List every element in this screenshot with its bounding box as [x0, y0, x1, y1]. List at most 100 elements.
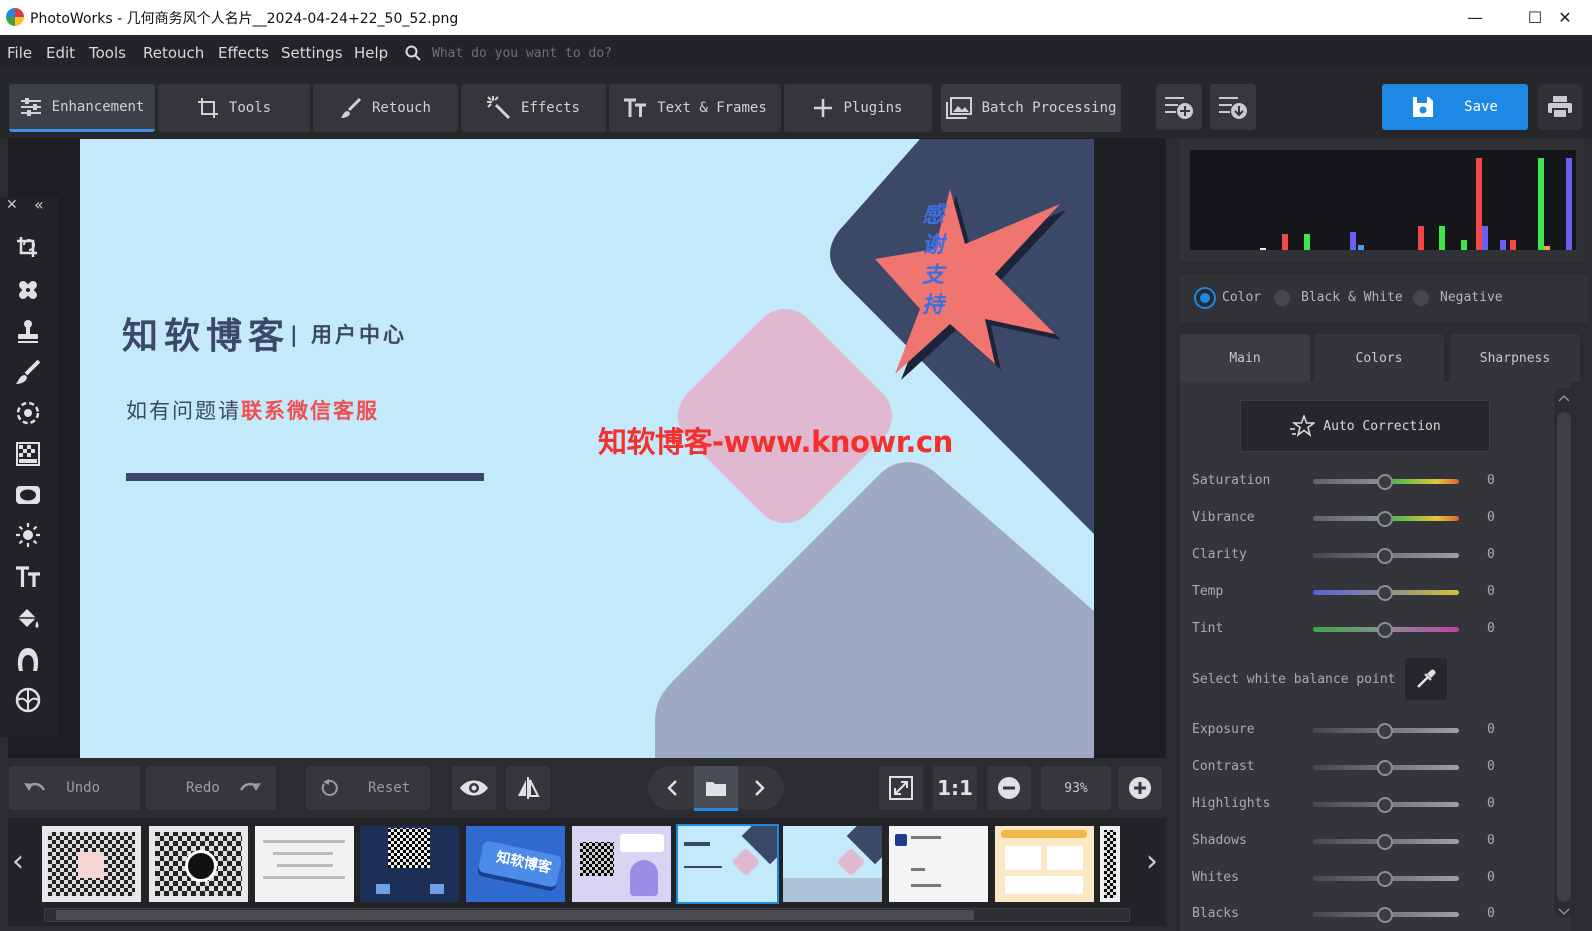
brush-tool-icon[interactable]: [13, 357, 43, 387]
filmstrip-scroll-thumb[interactable]: [56, 910, 974, 920]
menu-help[interactable]: Help: [354, 44, 388, 62]
menu-settings[interactable]: Settings: [281, 44, 343, 62]
tab-retouch[interactable]: Retouch: [313, 84, 458, 132]
contrast-label: Contrast: [1192, 759, 1255, 774]
card-contact-line: 如有问题请联系微信客服: [126, 395, 379, 425]
thumbnail-5[interactable]: 知软博客: [466, 826, 565, 902]
bottom-controls: Undo Redo Reset 1:1 93%: [0, 758, 1168, 818]
filmstrip-prev-button[interactable]: ‹: [12, 844, 24, 879]
thumbnail-10[interactable]: [995, 826, 1094, 902]
thumbnail-4[interactable]: [360, 826, 459, 902]
open-folder-button[interactable]: [694, 766, 738, 810]
save-button[interactable]: Save: [1382, 84, 1528, 130]
scroll-down-icon[interactable]: [1558, 908, 1570, 916]
tab-plugins[interactable]: Plugins: [784, 84, 932, 132]
add-preset-button[interactable]: [1156, 84, 1202, 130]
menu-tools[interactable]: Tools: [89, 44, 126, 62]
tint-handle[interactable]: [1377, 622, 1393, 638]
close-panel-icon[interactable]: ✕: [6, 197, 22, 213]
vignette-icon[interactable]: [13, 480, 43, 510]
close-button[interactable]: ✕: [1536, 0, 1592, 35]
thumbnail-2[interactable]: [149, 826, 248, 902]
redo-button[interactable]: Redo: [146, 766, 276, 810]
clone-stamp-icon[interactable]: [13, 316, 43, 346]
auto-correction-label: Auto Correction: [1323, 418, 1441, 434]
print-button[interactable]: [1538, 84, 1582, 130]
exposure-handle[interactable]: [1377, 723, 1393, 739]
actual-size-button[interactable]: 1:1: [933, 766, 977, 810]
brightness-icon[interactable]: [13, 520, 43, 550]
eye-icon: [460, 780, 488, 796]
thumbnail-11-partial[interactable]: [1100, 826, 1120, 902]
bw-mode-radio[interactable]: [1274, 290, 1290, 306]
search-icon: [405, 45, 421, 61]
tab-text-frames[interactable]: Text & Frames: [609, 84, 781, 132]
gradient-filter-icon[interactable]: [13, 439, 43, 469]
white-balance-picker-button[interactable]: [1405, 658, 1447, 700]
filmstrip-next-button[interactable]: ›: [1146, 844, 1158, 879]
zoom-out-button[interactable]: [987, 766, 1031, 810]
scroll-up-icon[interactable]: [1558, 394, 1570, 402]
blacks-handle[interactable]: [1377, 907, 1393, 923]
tab-enhancement-label: Enhancement: [51, 98, 145, 115]
temp-handle[interactable]: [1377, 585, 1393, 601]
healing-tool-icon[interactable]: [13, 275, 43, 305]
adjustments-scroll-thumb[interactable]: [1557, 412, 1571, 902]
compare-button[interactable]: [506, 766, 550, 810]
shadows-handle[interactable]: [1377, 834, 1393, 850]
search-input[interactable]: What do you want to do?: [432, 46, 612, 61]
text-tool-icon[interactable]: [13, 562, 43, 592]
thumbnail-8[interactable]: [783, 826, 882, 902]
fit-to-screen-button[interactable]: [879, 766, 923, 810]
reset-button[interactable]: Reset: [306, 766, 430, 810]
batch-processing-label: Batch Processing: [981, 100, 1117, 116]
tab-enhancement[interactable]: Enhancement: [9, 84, 155, 132]
color-mode-radio[interactable]: [1196, 289, 1214, 307]
white-balance-label: Select white balance point: [1192, 672, 1396, 687]
folder-active-indicator: [694, 808, 738, 811]
previous-file-button[interactable]: [650, 766, 694, 810]
hair-portrait-icon[interactable]: [13, 644, 43, 674]
contrast-handle[interactable]: [1377, 760, 1393, 776]
tab-tools[interactable]: Tools: [158, 84, 310, 132]
zoom-level-field[interactable]: 93%: [1041, 766, 1111, 810]
rotate-crop-tool-icon[interactable]: [13, 233, 43, 263]
saturation-handle[interactable]: [1377, 474, 1393, 490]
tab-colors[interactable]: Colors: [1314, 334, 1444, 382]
download-preset-button[interactable]: [1210, 84, 1256, 130]
star-char-2: 谢: [921, 233, 944, 258]
zoom-in-button[interactable]: [1118, 766, 1162, 810]
tab-effects[interactable]: Effects: [461, 84, 606, 132]
face-retouch-icon[interactable]: [13, 685, 43, 715]
thumbnail-7-selected[interactable]: [676, 824, 779, 904]
next-file-button[interactable]: [738, 766, 782, 810]
auto-correction-button[interactable]: Auto Correction: [1240, 400, 1490, 452]
thumbnail-6[interactable]: [572, 826, 671, 902]
temp-value: 0: [1487, 584, 1495, 599]
exposure-label: Exposure: [1192, 722, 1255, 737]
whites-handle[interactable]: [1377, 871, 1393, 887]
highlights-handle[interactable]: [1377, 797, 1393, 813]
tab-main[interactable]: Main: [1180, 334, 1310, 382]
menu-file[interactable]: File: [7, 44, 32, 62]
clarity-handle[interactable]: [1377, 548, 1393, 564]
tab-plugins-label: Plugins: [843, 100, 903, 116]
menu-retouch[interactable]: Retouch: [143, 44, 204, 62]
negative-mode-radio[interactable]: [1413, 290, 1429, 306]
thumbnail-3[interactable]: [255, 826, 354, 902]
vibrance-handle[interactable]: [1377, 511, 1393, 527]
preview-button[interactable]: [452, 766, 496, 810]
tab-sharpness[interactable]: Sharpness: [1450, 334, 1580, 382]
thumbnail-9[interactable]: [889, 826, 988, 902]
collapse-panel-icon[interactable]: «: [34, 195, 44, 214]
minimize-button[interactable]: —: [1446, 0, 1504, 35]
app-logo-icon: [6, 8, 24, 26]
batch-processing-button[interactable]: Batch Processing: [941, 84, 1121, 132]
menu-edit[interactable]: Edit: [46, 44, 75, 62]
fill-bucket-icon[interactable]: [13, 604, 43, 634]
radial-filter-icon[interactable]: [13, 398, 43, 428]
menu-effects[interactable]: Effects: [218, 44, 269, 62]
undo-button[interactable]: Undo: [9, 766, 140, 810]
thumbnail-1[interactable]: [42, 826, 141, 902]
photo-canvas[interactable]: 知软博客 | 用户中心 如有问题请联系微信客服 感 谢 支 持 知软博客-www…: [80, 139, 1094, 758]
